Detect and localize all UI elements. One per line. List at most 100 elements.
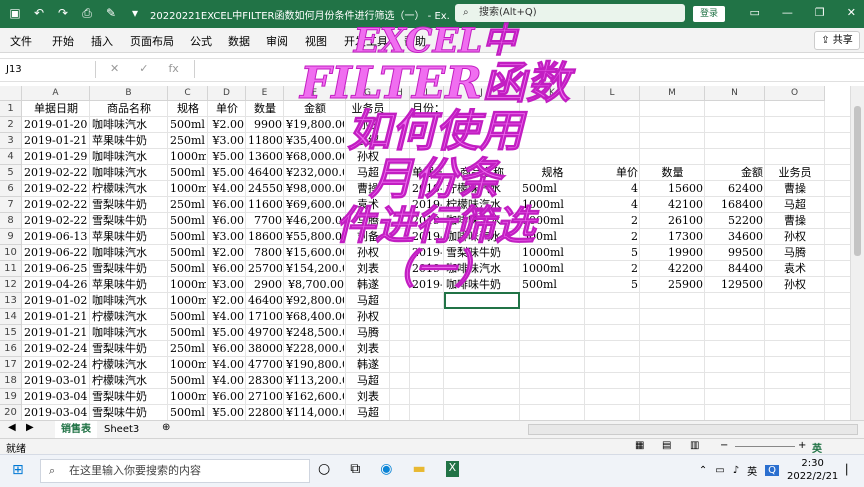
table-cell[interactable]: 单据日期 [24,101,88,117]
table-cell[interactable]: ¥228,000.00 [286,341,344,357]
restore-icon[interactable]: ❐ [815,6,825,19]
table-cell[interactable]: ¥6.00 [210,389,245,405]
table-cell[interactable]: 62400 [707,181,763,197]
table-cell[interactable]: 金额 [286,101,344,117]
table-cell[interactable]: ¥114,000.00 [286,405,344,421]
table-cell[interactable]: 袁术 [767,261,823,277]
horizontal-scrollbar[interactable] [528,424,858,435]
cancel-icon[interactable]: ✕ [110,62,119,75]
table-cell[interactable]: 马腾 [767,245,823,261]
table-cell[interactable]: 500ml [522,181,583,197]
column-header-e[interactable]: E [246,86,284,101]
table-cell[interactable]: 2019-05-14 [412,181,442,197]
table-cell[interactable]: ¥4.00 [210,181,245,197]
selected-cell-j13[interactable] [444,292,520,309]
table-cell[interactable]: 马腾 [348,325,388,341]
table-cell[interactable]: 咖啡味汽水 [92,245,166,261]
table-cell[interactable]: 22800 [248,405,282,421]
tab-data[interactable]: 数据 [228,33,250,49]
column-header-a[interactable]: A [22,86,90,101]
table-cell[interactable]: 42100 [642,197,703,213]
table-cell[interactable]: 18600 [248,229,282,245]
tab-insert[interactable]: 插入 [91,33,113,49]
table-cell[interactable]: 500ml [170,405,206,421]
fx-icon[interactable]: fx [168,62,178,75]
row-header-17[interactable]: 17 [0,357,22,373]
table-cell[interactable]: 2900 [248,277,282,293]
column-header-l[interactable]: L [585,86,640,101]
table-cell[interactable]: ¥19,800.00 [286,117,344,133]
column-header-d[interactable]: D [208,86,246,101]
tab-file[interactable]: 文件 [10,33,32,49]
table-cell[interactable]: 2019-05-10 [412,277,442,293]
table-cell[interactable]: 月份： [412,101,442,117]
column-header-h[interactable]: H [390,86,410,101]
table-cell[interactable]: ¥6.00 [210,261,245,277]
table-cell[interactable]: 2 [587,229,638,245]
table-cell[interactable]: 金额 [707,165,763,181]
row-header-6[interactable]: 6 [0,181,22,197]
table-cell[interactable]: ¥190,800.00 [286,357,344,373]
table-cell[interactable]: 46400 [248,165,282,181]
table-cell[interactable]: ¥98,000.00 [286,181,344,197]
table-cell[interactable]: 商品名称 [92,101,166,117]
table-cell[interactable]: 雪梨味牛奶 [92,389,166,405]
table-cell[interactable]: ¥248,500.00 [286,325,344,341]
table-cell[interactable]: 孙权 [348,245,388,261]
row-header-12[interactable]: 12 [0,277,22,293]
taskbar-search[interactable]: ⌕ 在这里输入你要搜索的内容 [40,459,310,483]
table-cell[interactable]: ¥5.00 [210,325,245,341]
column-header-g[interactable]: G [346,86,390,101]
spreadsheet-grid[interactable]: A B C D E F G H I J K L M N O 1 2 3 4 5 6 7 8 9 10 11 12 13 14 15 16 17… [0,86,850,422]
table-cell[interactable]: 孙权 [348,309,388,325]
row-header-2[interactable]: 2 [0,117,22,133]
table-cell[interactable]: 刘表 [348,341,388,357]
table-cell[interactable]: 2019-05-09 [412,213,442,229]
save-icon[interactable]: ▣ [8,6,22,20]
table-cell[interactable]: ¥2.00 [210,117,245,133]
sheet-tab-sheet3[interactable]: Sheet3 [98,421,145,438]
format-painter-icon[interactable]: ✎ [104,6,118,20]
zoom-out-icon[interactable]: − [720,440,728,451]
table-cell[interactable]: 2019-02-22 [24,181,88,197]
row-header-10[interactable]: 10 [0,245,22,261]
column-header-b[interactable]: B [90,86,168,101]
row-header-13[interactable]: 13 [0,293,22,309]
row-header-1[interactable]: 1 [0,101,22,117]
table-cell[interactable]: ¥6.00 [210,213,245,229]
table-cell[interactable]: 韩遂 [348,357,388,373]
clock[interactable]: 2:30 2022/2/21 [787,457,838,483]
table-cell[interactable]: 2019-02-22 [24,165,88,181]
table-cell[interactable]: 500ml [170,213,206,229]
table-cell[interactable]: 13600 [248,149,282,165]
table-cell[interactable]: 500ml [170,373,206,389]
table-cell[interactable]: 马超 [348,293,388,309]
table-cell[interactable]: ¥4.00 [210,309,245,325]
table-cell[interactable]: ¥6.00 [210,341,245,357]
tray-overflow-icon[interactable]: ⌃ [699,465,707,476]
table-cell[interactable]: 84400 [707,261,763,277]
windows-start-icon[interactable]: ⊞ [12,462,24,478]
table-cell[interactable]: 咖啡味汽水 [92,165,166,181]
vertical-scrollbar[interactable] [850,86,864,422]
table-cell[interactable]: 2019-05-31 [412,261,442,277]
row-header-3[interactable]: 3 [0,133,22,149]
table-cell[interactable]: 曹操 [767,181,823,197]
table-cell[interactable]: 马超 [348,405,388,421]
table-cell[interactable]: 柠檬味汽水 [446,197,518,213]
notification-badge[interactable]: Q [765,464,780,476]
table-cell[interactable]: 2019-06-22 [24,245,88,261]
table-cell[interactable]: 咖啡味汽水 [446,229,518,245]
search-box[interactable]: ⌕ 搜索(Alt+Q) [455,4,685,22]
table-cell[interactable]: 11600 [248,197,282,213]
table-cell[interactable]: 韩遂 [348,277,388,293]
row-header-5[interactable]: 5 [0,165,22,181]
table-cell[interactable]: 17100 [248,309,282,325]
row-header-18[interactable]: 18 [0,373,22,389]
name-box[interactable]: J13 [0,61,96,78]
row-header-16[interactable]: 16 [0,341,22,357]
row-header-20[interactable]: 20 [0,405,22,421]
normal-view-icon[interactable]: ▦ [635,440,644,451]
row-header-9[interactable]: 9 [0,229,22,245]
table-cell[interactable]: 袁绍 [348,133,388,149]
